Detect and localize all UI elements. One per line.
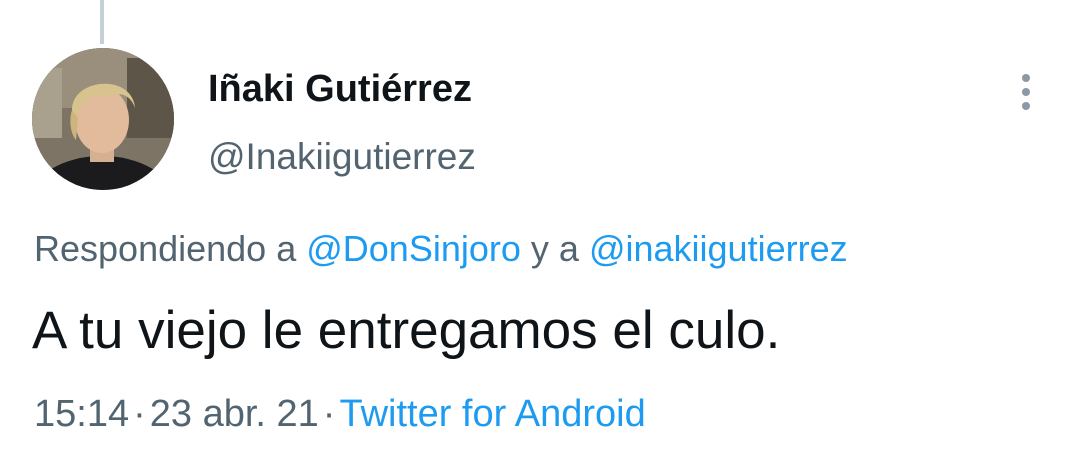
replying-to: Respondiendo a @DonSinjoro y a @inakiigu… [34, 228, 848, 270]
mention-link[interactable]: @inakiigutierrez [589, 228, 848, 269]
avatar-photo [32, 48, 174, 190]
tweet-text: A tu viejo le entregamos el culo. [32, 301, 781, 360]
more-options-button[interactable] [1004, 66, 1048, 118]
separator-dot: · [322, 393, 336, 435]
tweet-date[interactable]: 23 abr. 21 [150, 393, 319, 435]
tweet-metadata: 15:14 · 23 abr. 21 · Twitter for Android [34, 393, 646, 436]
more-vertical-icon [1022, 74, 1030, 110]
display-name[interactable]: Iñaki Gutiérrez [208, 68, 472, 111]
tweet-time[interactable]: 15:14 [34, 393, 129, 435]
replying-to-prefix: Respondiendo a [34, 228, 297, 269]
replying-to-joiner: y a [530, 228, 579, 269]
thread-connector-line [100, 0, 104, 44]
tweet-source-link[interactable]: Twitter for Android [339, 393, 645, 435]
avatar[interactable] [32, 48, 174, 190]
mention-link[interactable]: @DonSinjoro [306, 228, 521, 269]
separator-dot: · [133, 393, 146, 435]
user-handle[interactable]: @Inakiigutierrez [208, 136, 476, 178]
